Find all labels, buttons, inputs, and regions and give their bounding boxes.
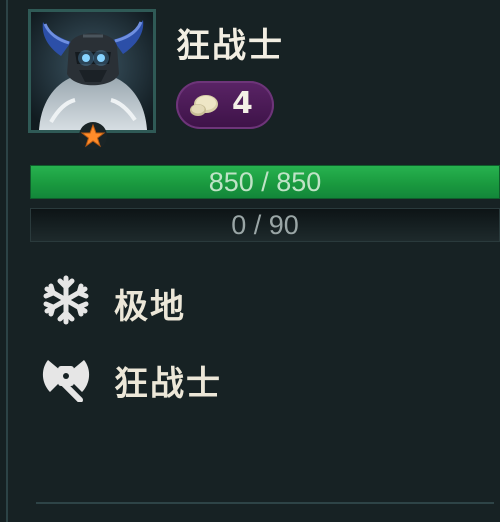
- trait-row-polar[interactable]: 极地: [36, 275, 336, 327]
- cost-value: 4: [232, 86, 253, 121]
- health-text: 850 / 850: [208, 167, 322, 197]
- snowflake-icon: [43, 275, 89, 325]
- battle-axe-icon: [42, 360, 90, 402]
- mana-text: 0 / 90: [231, 210, 299, 240]
- mana-bar: 0 / 90: [30, 208, 500, 242]
- trait-label: 狂战士: [114, 364, 222, 404]
- trait-label: 极地: [114, 287, 186, 327]
- health-bar: 850 / 850: [30, 165, 500, 199]
- star-icon: [79, 122, 107, 150]
- divider: [36, 502, 494, 504]
- unit-info-panel: 狂战士 4 850 / 850 0 / 90 极地 狂战士: [6, 0, 500, 522]
- coin-icon: [190, 95, 218, 116]
- unit-name: 狂战士: [176, 26, 284, 66]
- trait-row-berserker[interactable]: 狂战士: [36, 352, 336, 404]
- horned-warrior-portrait: [31, 12, 153, 130]
- unit-portrait[interactable]: [28, 9, 156, 133]
- cost-badge: 4: [176, 81, 274, 129]
